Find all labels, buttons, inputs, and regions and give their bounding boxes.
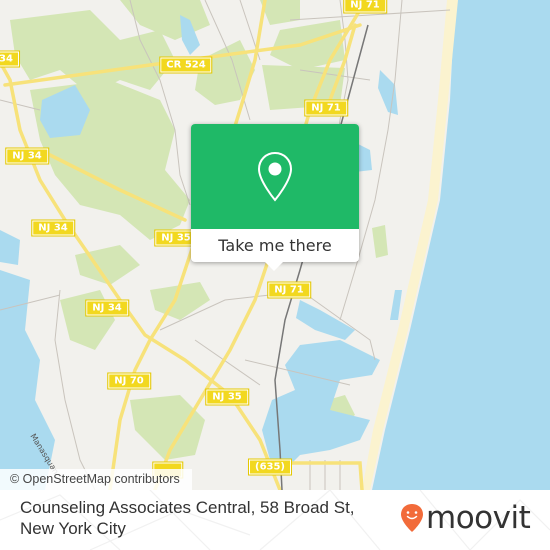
road-label-nj35-b: NJ 35	[205, 388, 249, 406]
map-attribution[interactable]: © OpenStreetMap contributors	[0, 469, 192, 490]
road-label-nj34-edge: 34	[0, 50, 20, 68]
map-view[interactable]: NJ 71 NJ 71 NJ 71 CR 524 34 NJ 34 NJ 34 …	[0, 0, 550, 490]
road-label-nj71-top: NJ 71	[343, 0, 387, 14]
ocean	[372, 0, 550, 490]
place-address: Counseling Associates Central, 58 Broad …	[20, 498, 355, 538]
map-pin-icon	[257, 151, 293, 202]
road-label-nj71-low: NJ 71	[267, 281, 311, 299]
brand-name: moovit	[426, 500, 531, 536]
road-label-nj34-c: NJ 34	[85, 299, 129, 317]
road-label-nj71-mid: NJ 71	[304, 99, 348, 117]
popup-header	[191, 124, 359, 229]
road-label-nj34-a: NJ 34	[5, 147, 49, 165]
footer-bar: Counseling Associates Central, 58 Broad …	[0, 490, 550, 550]
take-me-there-button[interactable]: Take me there	[191, 229, 359, 262]
popup-pointer	[264, 261, 284, 271]
road-label-cr635: (635)	[247, 458, 293, 476]
location-popup: Take me there	[191, 124, 359, 271]
moovit-pin-icon	[401, 504, 423, 532]
road-label-cr524: CR 524	[159, 56, 213, 74]
road-label-nj34-b: NJ 34	[31, 219, 75, 237]
road-label-nj70: NJ 70	[107, 372, 151, 390]
moovit-logo[interactable]: moovit	[400, 500, 531, 536]
